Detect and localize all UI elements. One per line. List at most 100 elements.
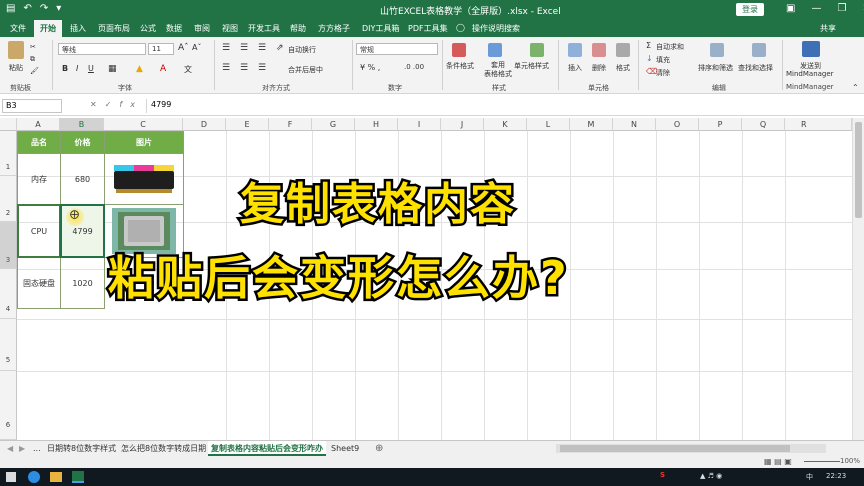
underline-button[interactable]: U [88,64,94,73]
cell-name[interactable]: 固态硬盘 [17,257,61,309]
h-scroll-thumb[interactable] [560,445,790,452]
font-grow-icon[interactable]: Aˆ [178,43,189,53]
tab-view[interactable]: 视图 [222,23,238,34]
tray-app-icon[interactable]: S [660,471,665,479]
align-center-icon[interactable]: ☰ [240,63,248,73]
collapse-ribbon-icon[interactable]: ⌃ [852,83,859,92]
formula-buttons[interactable]: ✕✓fx [90,100,143,109]
phonetic-icon[interactable]: 文 [184,64,192,75]
tab-data[interactable]: 数据 [166,23,182,34]
paste-label[interactable]: 粘贴 [9,63,23,73]
zoom-level[interactable]: 100% [840,457,860,465]
font-shrink-icon[interactable]: Aˇ [192,43,201,52]
header-cell-name[interactable]: 品名 [17,131,61,154]
excel-taskbar-icon[interactable] [72,471,84,483]
fill-button[interactable]: 填充 [656,55,670,65]
col-header-q[interactable]: Q [742,118,785,131]
delete-cells-button[interactable]: 删除 [592,63,606,73]
conditional-format-button[interactable]: 条件格式 [446,61,474,71]
tab-home[interactable]: 开始 [34,20,62,37]
insert-cells-icon[interactable] [568,43,582,57]
align-right-icon[interactable]: ☰ [258,63,266,73]
format-painter-icon[interactable]: 🖌 [30,67,39,75]
cell-name[interactable]: 内存 [17,153,61,205]
tab-file[interactable]: 文件 [10,23,26,34]
insert-cells-button[interactable]: 插入 [568,63,582,73]
select-all-corner[interactable] [0,118,17,131]
qat-more-icon[interactable]: ▾ [56,3,61,14]
save-icon[interactable]: ▤ [6,3,15,14]
horizontal-scrollbar[interactable] [556,444,826,453]
find-select-icon[interactable] [752,43,766,57]
col-header-n[interactable]: N [613,118,656,131]
cut-icon[interactable]: ✂ [30,43,36,51]
tab-scroll-right-icon[interactable]: ▶ [16,441,28,456]
clear-button[interactable]: 清除 [656,68,670,78]
tab-formulas[interactable]: 公式 [140,23,156,34]
restore-icon[interactable]: ❐ [837,3,846,14]
sort-filter-icon[interactable] [710,43,724,57]
redo-icon[interactable]: ↷ [40,3,48,14]
font-name-select[interactable]: 等线 [58,43,146,55]
table-format-button[interactable]: 套用 表格格式 [484,61,512,79]
cell-style-icon[interactable] [530,43,544,57]
sheet-tab-copy-table[interactable]: 复制表格内容粘贴后会变形咋办 [208,441,326,456]
row-header-4[interactable]: 4 [0,269,17,319]
merge-center-button[interactable]: 合并后居中 [288,65,323,75]
autosum-button[interactable]: 自动求和 [656,42,684,52]
delete-cells-icon[interactable] [592,43,606,57]
col-header-b[interactable]: B [60,118,104,131]
col-header-c[interactable]: C [104,118,183,131]
row-header-2[interactable]: 2 [0,176,17,222]
autosum-icon[interactable]: Σ [646,41,651,50]
row-header-5[interactable]: 5 [0,319,17,371]
wrap-text-button[interactable]: 自动换行 [288,45,316,55]
sort-filter-button[interactable]: 排序和筛选 [698,63,733,73]
currency-icon[interactable]: ¥ % , [360,63,380,72]
share-button[interactable]: 共享 [820,23,836,34]
cell-style-button[interactable]: 单元格样式 [514,61,549,71]
cell-image[interactable] [104,153,184,205]
name-box[interactable]: B3 [2,99,62,113]
tab-fangfang[interactable]: 方方格子 [318,23,350,34]
col-header-i[interactable]: I [398,118,441,131]
col-header-p[interactable]: P [699,118,742,131]
border-icon[interactable]: ▦ [108,64,117,74]
ime-indicator[interactable]: 中 [806,472,813,482]
sheet-tab-more[interactable]: ... [30,441,44,456]
minimize-icon[interactable]: — [811,3,821,14]
decimal-icon[interactable]: .0 .00 [404,63,424,71]
cell-name[interactable]: CPU [17,204,61,258]
tab-diy-toolbox[interactable]: DIY工具箱 [362,23,399,34]
conditional-format-icon[interactable] [452,43,466,57]
sheet-tab-sheet9[interactable]: Sheet9 [328,441,362,456]
ie-icon[interactable] [28,471,40,483]
col-header-g[interactable]: G [312,118,355,131]
tell-me-search[interactable]: 操作说明搜索 [472,23,520,34]
col-header-h[interactable]: H [355,118,398,131]
tab-review[interactable]: 审阅 [194,23,210,34]
fill-icon[interactable]: ↓ [646,54,653,63]
font-size-select[interactable]: 11 [148,43,174,55]
find-select-button[interactable]: 查找和选择 [738,63,773,73]
tab-page-layout[interactable]: 页面布局 [98,23,130,34]
ribbon-display-icon[interactable]: ▣ [786,3,795,14]
align-middle-icon[interactable]: ☰ [240,43,248,53]
sheet-tab-8digit-to-date[interactable]: 怎么把8位数字转成日期 [118,441,209,456]
col-header-r[interactable]: R [785,118,852,131]
row-header-3[interactable]: 3 [0,222,17,269]
view-mode-icons[interactable]: ▦ ▤ ▣ [764,457,792,466]
italic-button[interactable]: I [76,64,78,73]
row-header-1[interactable]: 1 [0,131,17,176]
col-header-o[interactable]: O [656,118,699,131]
scroll-thumb[interactable] [855,122,862,218]
tray-icons[interactable]: ▲ ♬ ◉ [700,472,722,480]
align-bottom-icon[interactable]: ☰ [258,43,266,53]
vertical-scrollbar[interactable] [852,118,864,440]
worksheet-grid[interactable]: A B C D E F G H I J K L M N O P Q R 1 2 … [0,118,852,440]
sheet-tab-date-to-8digit[interactable]: 日期转8位数字样式 [44,441,119,456]
orientation-icon[interactable]: ⇗ [276,43,284,53]
tab-scroll-left-icon[interactable]: ◀ [4,441,16,456]
copy-icon[interactable]: ⧉ [30,55,35,64]
col-header-f[interactable]: F [269,118,312,131]
